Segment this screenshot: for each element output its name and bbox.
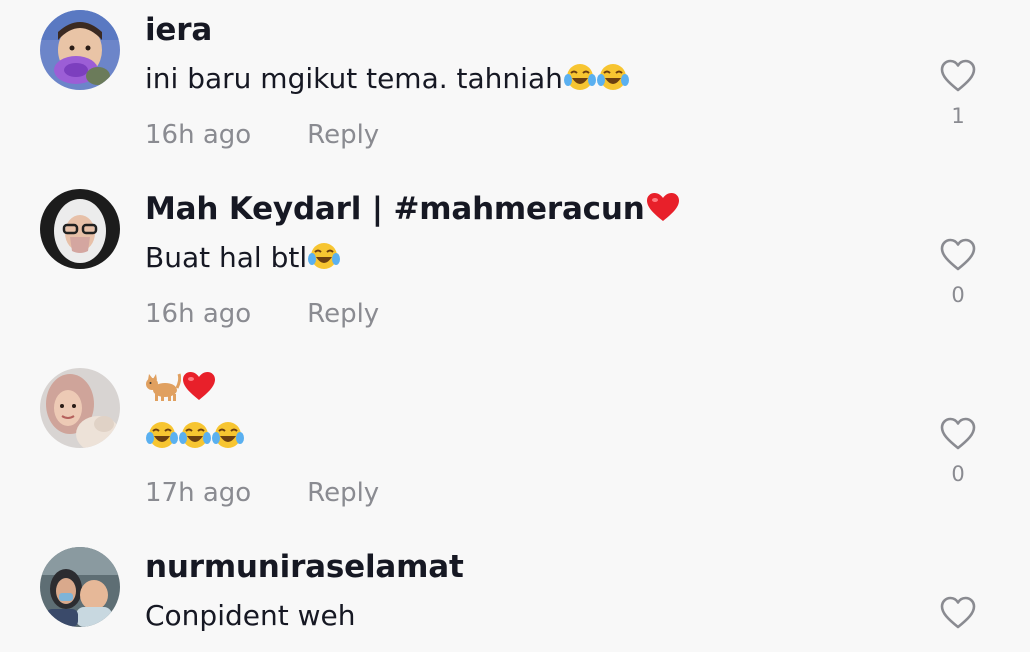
like-button[interactable]: 0 (938, 416, 978, 486)
comment-list: iera ini baru mgikut tema. tahniah 16h a… (0, 0, 1030, 652)
like-button[interactable]: 0 (938, 237, 978, 307)
tears-of-joy-emoji-icon (308, 241, 341, 278)
comment-item: nurmuniraselamat Conpident weh (0, 537, 1030, 652)
comment-text: ini baru mgikut tema. tahniah (145, 62, 629, 99)
comment-item: Mah Keydarl | #mahmeracun Buat hal btl 1… (0, 179, 1030, 359)
comment-text (145, 420, 244, 457)
avatar[interactable] (40, 368, 120, 448)
like-count: 0 (951, 462, 965, 486)
heart-outline-icon[interactable] (939, 416, 977, 452)
heart-outline-icon[interactable] (939, 595, 977, 631)
comment-username-text: Mah Keydarl | #mahmeracun (145, 191, 645, 227)
comment-timestamp: 17h ago (145, 478, 252, 508)
tears-of-joy-emoji-icon (179, 420, 211, 457)
heart-outline-icon[interactable] (939, 237, 977, 273)
reply-button[interactable]: Reply (307, 299, 379, 329)
red-heart-emoji-icon (645, 191, 681, 231)
red-heart-emoji-icon (181, 370, 217, 410)
heart-outline-icon[interactable] (939, 58, 977, 94)
tears-of-joy-emoji-icon (212, 420, 244, 457)
reply-button[interactable]: Reply (307, 478, 379, 508)
comment-username[interactable]: Mah Keydarl | #mahmeracun (145, 191, 681, 231)
tears-of-joy-emoji-icon (146, 420, 178, 457)
comment-item: iera ini baru mgikut tema. tahniah 16h a… (0, 0, 1030, 180)
avatar[interactable] (40, 547, 120, 627)
comment-timestamp: 16h ago (145, 299, 252, 329)
like-count: 0 (951, 283, 965, 307)
comment-text-content: ini baru mgikut tema. tahniah (145, 62, 563, 95)
comment-username[interactable] (145, 370, 217, 410)
tears-of-joy-emoji-icon (563, 62, 596, 99)
avatar[interactable] (40, 189, 120, 269)
reply-button[interactable]: Reply (307, 120, 379, 150)
comment-meta: 16h ago Reply (145, 299, 379, 329)
avatar[interactable] (40, 10, 120, 90)
comment-meta: 17h ago Reply (145, 478, 379, 508)
like-button[interactable] (938, 595, 978, 631)
like-count: 1 (951, 104, 965, 128)
like-button[interactable]: 1 (938, 58, 978, 128)
comment-meta: 16h ago Reply (145, 120, 379, 150)
comment-username[interactable]: iera (145, 12, 212, 48)
tears-of-joy-emoji-icon (596, 62, 629, 99)
comment-text: Buat hal btl (145, 241, 341, 278)
comment-timestamp: 16h ago (145, 120, 252, 150)
cat-emoji-icon (145, 370, 182, 410)
comment-item: 17h ago Reply 0 (0, 358, 1030, 538)
comment-text-content: Buat hal btl (145, 241, 308, 274)
comment-username[interactable]: nurmuniraselamat (145, 549, 464, 585)
comment-text: Conpident weh (145, 599, 356, 632)
